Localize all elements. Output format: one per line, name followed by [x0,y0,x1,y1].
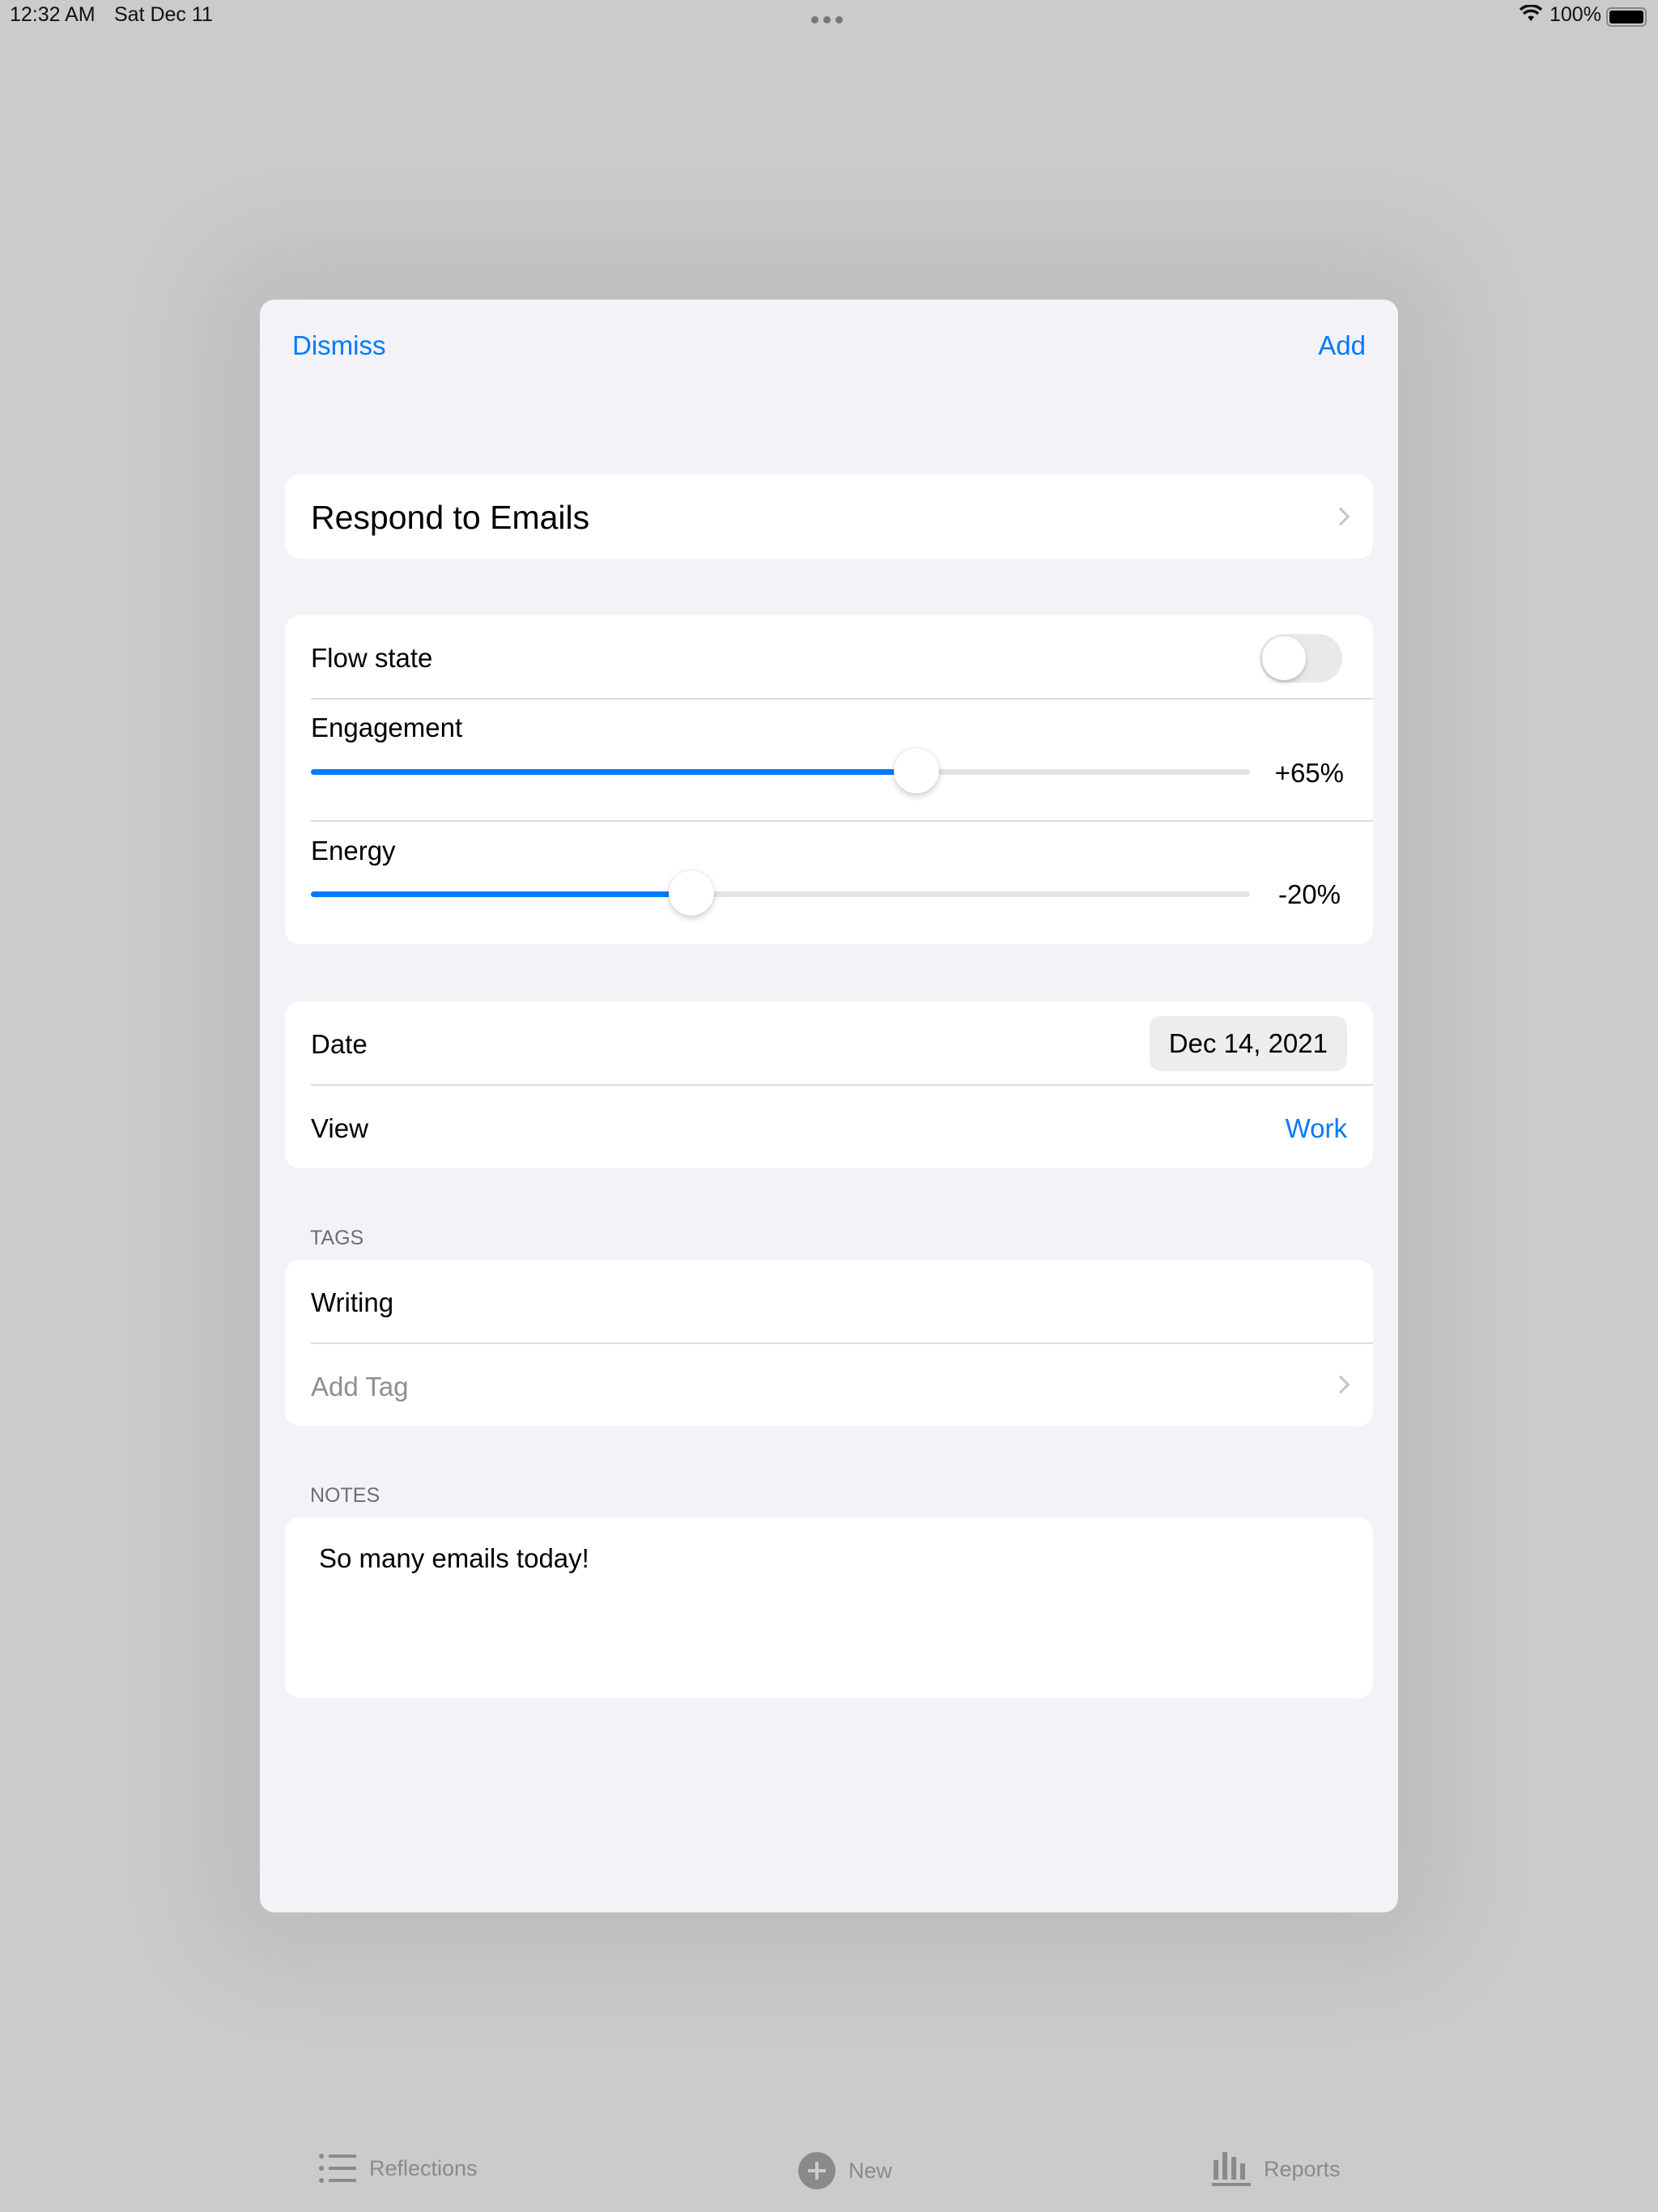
chevron-right-icon [1331,507,1350,526]
add-button[interactable]: Add [1318,330,1366,361]
engagement-value: +65% [1274,758,1344,788]
flow-state-label: Flow state [311,643,433,673]
tags-card: Writing Add Tag [285,1260,1373,1426]
chevron-right-icon [1331,1375,1350,1394]
notes-textarea[interactable]: So many emails today! [285,1517,1373,1698]
add-tag-label: Add Tag [311,1372,409,1402]
tab-label: Reflections [369,2155,478,2180]
bar-chart-icon [1212,2152,1251,2186]
notes-header: NOTES [310,1484,380,1507]
tab-label: New [848,2158,893,2183]
engagement-label: Engagement [311,713,463,742]
energy-slider[interactable] [311,870,1250,916]
slider-thumb[interactable] [668,870,714,916]
dismiss-button[interactable]: Dismiss [292,330,385,361]
tags-header: TAGS [310,1227,364,1249]
battery-percent: 100% [1550,3,1601,26]
energy-value: -20% [1278,879,1341,909]
tab-label: Reports [1264,2156,1341,2181]
metrics-card: Flow state Engagement +65% Energy -20% [285,615,1373,944]
view-label: View [311,1113,368,1143]
energy-label: Energy [311,836,396,866]
plus-circle-icon [798,2152,835,2189]
notes-text: So many emails today! [319,1543,589,1573]
date-label: Date [311,1029,368,1059]
engagement-slider[interactable] [311,748,1250,793]
date-picker-button[interactable]: Dec 14, 2021 [1149,1016,1347,1071]
date-view-card: Date Dec 14, 2021 View Work [285,1002,1373,1168]
flow-state-toggle[interactable] [1260,634,1342,683]
slider-thumb[interactable] [894,748,940,793]
tag-item[interactable]: Writing [311,1287,393,1318]
tab-reports[interactable]: Reports [1212,2152,1341,2186]
add-reflection-sheet: Dismiss Add Respond to Emails Flow state… [260,300,1398,1912]
tab-reflections[interactable]: Reflections [319,2152,478,2184]
battery-icon [1606,7,1647,27]
wifi-icon [1519,4,1543,28]
list-icon [319,2154,356,2183]
activity-title: Respond to Emails [311,499,590,536]
status-date: Sat Dec 11 [114,3,213,26]
tab-new[interactable]: New [798,2152,892,2189]
status-time: 12:32 AM [10,3,96,26]
activity-row[interactable]: Respond to Emails [285,474,1373,559]
view-picker[interactable]: Work [1286,1113,1347,1144]
add-tag-row[interactable]: Add Tag [285,1344,1373,1426]
multitasking-dots-icon[interactable] [811,16,843,23]
